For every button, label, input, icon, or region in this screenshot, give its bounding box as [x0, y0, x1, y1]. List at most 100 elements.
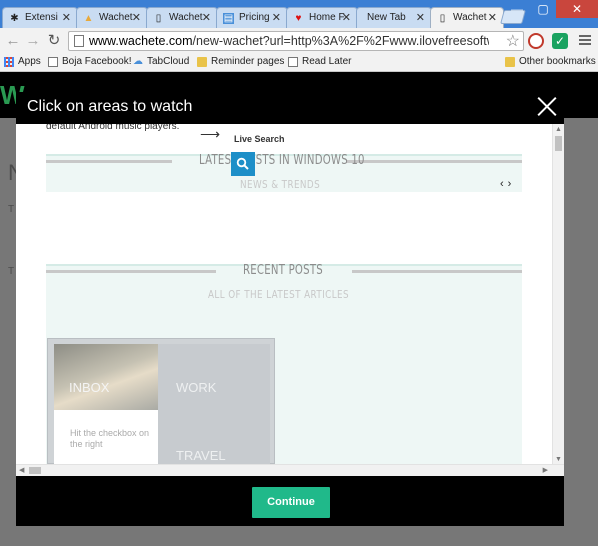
travel-label: TRAVEL — [176, 448, 226, 463]
bookmark-label: Apps — [18, 56, 41, 67]
preview-frame[interactable]: default Android music players. ⟶ Live Se… — [16, 124, 564, 476]
recent-posts-title[interactable]: RECENT POSTS — [243, 263, 323, 278]
page-icon — [48, 57, 58, 67]
bookmark-label: TabCloud — [147, 56, 190, 67]
bookmark-read-later[interactable]: Read Later — [288, 56, 351, 67]
tab-close-icon[interactable]: ✕ — [272, 11, 281, 24]
address-bar[interactable]: www.wachete.com/new-wachet?url=http%3A%2… — [68, 31, 524, 51]
recent-posts-subtitle[interactable]: ALL OF THE LATEST ARTICLES — [208, 288, 349, 301]
stop-extension-icon[interactable] — [528, 33, 544, 49]
divider — [46, 160, 172, 163]
heart-icon: ♥ — [295, 13, 302, 24]
background-label: T — [8, 266, 15, 277]
browser-toolbar: ← → ↻ www.wachete.com/new-wachet?url=htt… — [0, 28, 598, 54]
scroll-thumb[interactable] — [29, 467, 41, 474]
bookmark-label: Reminder pages — [211, 56, 285, 67]
tab-label: New Tab — [367, 12, 406, 23]
bookmark-reminder-pages[interactable]: Reminder pages — [197, 56, 284, 67]
page-icon: ▯ — [155, 13, 162, 24]
scroll-down-icon[interactable]: ▼ — [555, 456, 562, 463]
tab-close-icon[interactable]: ✕ — [416, 11, 425, 24]
chart-icon: ▤ — [223, 13, 234, 24]
bookmark-label: Other bookmarks — [519, 56, 596, 67]
tab-close-icon[interactable]: ✕ — [62, 11, 71, 24]
inbox-tile[interactable]: INBOX — [54, 344, 158, 410]
tab-wachete-active[interactable]: ▯ Wachet ✕ — [430, 7, 504, 28]
divider — [46, 270, 216, 273]
forward-icon[interactable]: → — [24, 32, 42, 50]
tab-home[interactable]: ♥ Home F ✕ — [286, 7, 358, 28]
tab-wachete-2[interactable]: ▯ Wachet ✕ — [146, 7, 218, 28]
back-icon[interactable]: ← — [4, 32, 22, 50]
article-snippet[interactable]: default Android music players. — [46, 124, 179, 132]
apps-icon — [4, 57, 14, 67]
tab-wachete-1[interactable]: ▲ Wachet ✕ — [76, 7, 148, 28]
slider-nav[interactable]: ‹› — [500, 178, 515, 190]
tab-label: Wachet — [453, 12, 487, 23]
work-tile[interactable]: WORK — [158, 344, 270, 410]
tab-label: Pricing — [239, 12, 270, 23]
chrome-menu-icon[interactable] — [578, 33, 592, 49]
arrow-right-icon[interactable]: ⟶ — [200, 126, 220, 143]
search-icon — [236, 157, 249, 170]
bookmark-label: Read Later — [302, 56, 352, 67]
tab-label: Home F — [309, 12, 345, 23]
tab-extensions[interactable]: ✱ Extensi ✕ — [2, 7, 78, 28]
maximize-icon[interactable]: ▢ — [530, 0, 556, 18]
continue-button[interactable]: Continue — [252, 487, 330, 518]
reload-icon[interactable]: ↻ — [45, 32, 63, 50]
bookmark-star-icon[interactable]: ☆ — [506, 31, 520, 51]
tab-new-tab[interactable]: New Tab ✕ — [356, 7, 432, 28]
scroll-thumb[interactable] — [555, 136, 562, 151]
close-icon[interactable] — [534, 93, 560, 119]
minimize-icon[interactable]: — — [504, 0, 530, 18]
tab-close-icon[interactable]: ✕ — [342, 11, 351, 24]
tab-pricing[interactable]: ▤ Pricing ✕ — [216, 7, 288, 28]
modal-footer: Continue — [16, 476, 564, 526]
close-window-icon[interactable]: ✕ — [556, 0, 598, 18]
window-controls: — ▢ ✕ — [504, 0, 598, 20]
tabcloud-icon: ☁ — [133, 56, 143, 67]
modal-header: Click on areas to watch — [16, 92, 564, 124]
bookmark-tabcloud[interactable]: ☁ TabCloud — [133, 56, 189, 67]
background-label: T — [8, 204, 15, 215]
folder-icon — [505, 57, 515, 67]
scroll-up-icon[interactable]: ▲ — [555, 126, 562, 133]
latest-posts-title[interactable]: LATEST POSTS IN WINDOWS 10 — [199, 153, 365, 168]
folder-icon — [197, 57, 207, 67]
travel-tile[interactable]: TRAVEL — [158, 410, 270, 470]
page-icon: ▯ — [439, 13, 446, 24]
page-info-icon[interactable] — [74, 35, 84, 47]
scroll-right-icon[interactable]: ▶ — [543, 466, 548, 474]
vertical-scrollbar[interactable]: ▲ ▼ — [552, 124, 564, 464]
horizontal-scrollbar[interactable]: ◀ ▶ — [16, 464, 564, 476]
divider — [352, 270, 522, 273]
search-button[interactable] — [231, 152, 255, 176]
bookmark-apps[interactable]: Apps — [4, 56, 41, 67]
tab-close-icon[interactable]: ✕ — [132, 11, 141, 24]
work-label: WORK — [176, 380, 217, 395]
other-bookmarks[interactable]: Other bookmarks — [505, 56, 596, 67]
tab-close-icon[interactable]: ✕ — [202, 11, 211, 24]
drive-icon: ▲ — [83, 13, 94, 24]
tab-label: Extensi — [25, 12, 58, 23]
scroll-left-icon[interactable]: ◀ — [19, 466, 24, 474]
featured-post-widget[interactable]: INBOX WORK Hit the checkbox on the right… — [47, 338, 275, 470]
live-search-label[interactable]: Live Search — [234, 134, 285, 144]
chevron-right-icon[interactable]: › — [508, 178, 516, 190]
note-text: Hit the checkbox on the right — [70, 428, 150, 449]
inbox-label: INBOX — [69, 380, 110, 395]
puzzle-icon: ✱ — [10, 13, 19, 24]
url-text[interactable]: www.wachete.com/new-wachet?url=http%3A%2… — [89, 34, 489, 48]
latest-posts-subtitle[interactable]: NEWS & TRENDS — [240, 178, 320, 191]
divider — [346, 160, 522, 163]
bookmarks-bar: Apps Boja Facebook! ☁ TabCloud Reminder … — [0, 54, 598, 72]
wachete-extension-icon[interactable]: ✓ — [552, 33, 568, 49]
note-tile[interactable]: Hit the checkbox on the right — [54, 410, 158, 470]
page-icon — [288, 57, 298, 67]
tab-close-icon[interactable]: ✕ — [488, 11, 497, 24]
chevron-left-icon[interactable]: ‹ — [500, 178, 508, 190]
bookmark-label: Boja Facebook! — [62, 56, 132, 67]
tab-strip: ✱ Extensi ✕ ▲ Wachet ✕ ▯ Wachet ✕ ▤ Pric… — [0, 0, 598, 28]
bookmark-boja-facebook[interactable]: Boja Facebook! — [48, 56, 132, 67]
